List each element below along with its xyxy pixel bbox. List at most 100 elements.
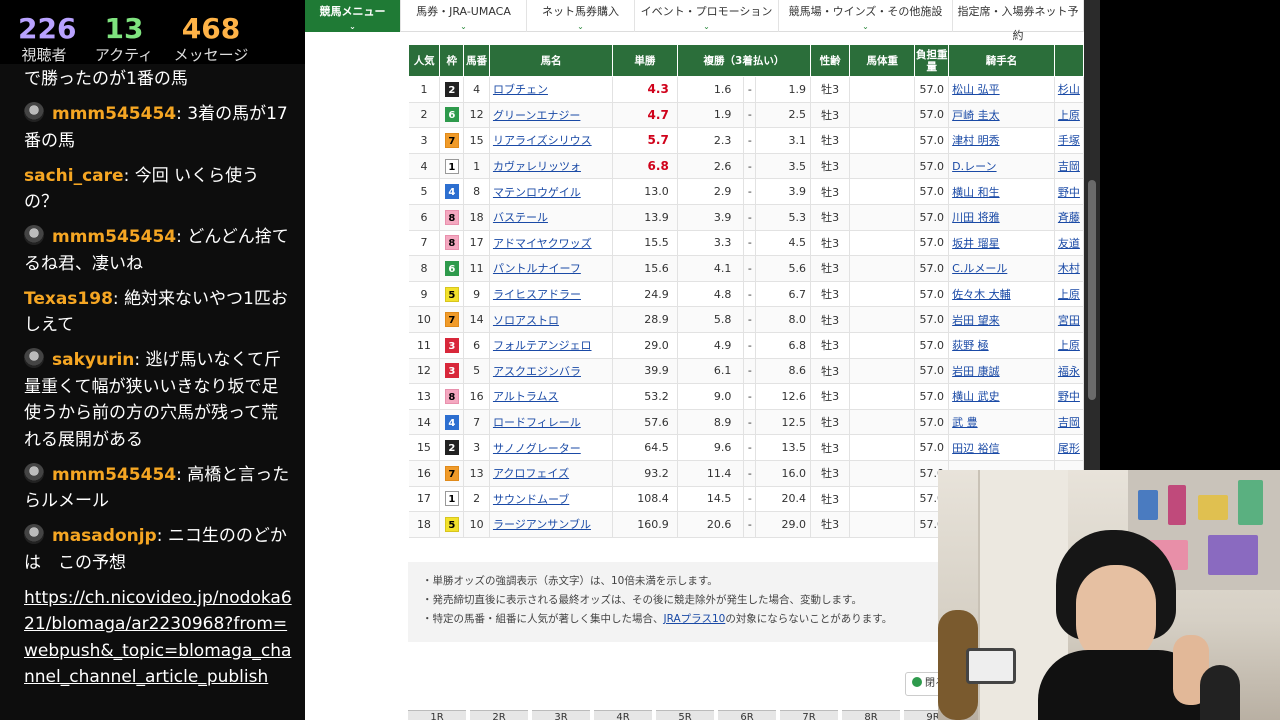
jockey-link[interactable]: 横山 和生	[952, 186, 1000, 199]
nav-item[interactable]: 競馬メニュー ⌄	[305, 0, 401, 32]
place-odds-high-cell: 2.5	[755, 102, 812, 129]
horse-name-link[interactable]: グリーンエナジー	[493, 109, 580, 122]
chat-username[interactable]: Texas198	[24, 289, 113, 309]
race-tab[interactable]: 8R	[842, 710, 900, 720]
jockey-cell: 岩田 康誠	[948, 358, 1055, 385]
horse-number-cell: 17	[463, 230, 490, 257]
place-odds-dash: -	[743, 255, 757, 282]
horse-name-link[interactable]: ロブチェン	[493, 83, 548, 96]
race-tab[interactable]: 6R	[718, 710, 776, 720]
place-odds-high-cell: 5.6	[755, 255, 812, 282]
trainer-link[interactable]: 上原	[1058, 109, 1080, 122]
nav-item[interactable]: イベント・プロモーション ⌄	[635, 0, 779, 32]
nav-item[interactable]: 競馬場・ウインズ・その他施設 ⌄	[779, 0, 953, 32]
trainer-link[interactable]: 尾形	[1058, 442, 1080, 455]
horse-name-link[interactable]: リアライズシリウス	[493, 134, 592, 147]
horse-name-link[interactable]: アドマイヤクワッズ	[493, 237, 592, 250]
jockey-link[interactable]: 戸崎 圭太	[952, 109, 1000, 122]
trainer-link[interactable]: 野中	[1058, 186, 1080, 199]
jockey-link[interactable]: 岩田 康誠	[952, 365, 1000, 378]
jockey-link[interactable]: 岩田 望来	[952, 314, 1000, 327]
place-odds-dash: -	[743, 332, 757, 359]
trainer-link[interactable]: 杉山	[1058, 83, 1080, 96]
nav-item[interactable]: 指定席・入場券ネット予約⌄	[953, 0, 1084, 55]
trainer-cell: 尾形	[1054, 434, 1084, 461]
trainer-link[interactable]: 福永	[1058, 365, 1080, 378]
chat-username[interactable]: sachi_care	[24, 166, 124, 186]
place-odds-low-cell: 9.6	[677, 434, 745, 461]
place-odds-low-cell: 3.3	[677, 230, 745, 257]
horse-name-link[interactable]: カヴァレリッツォ	[493, 160, 581, 173]
horse-name-link[interactable]: ラージアンサンブル	[493, 518, 591, 531]
chat-username[interactable]: sakyurin	[52, 350, 134, 370]
trainer-link[interactable]: 斉藤	[1058, 211, 1080, 224]
jockey-link[interactable]: 武 豊	[952, 416, 978, 429]
race-tab[interactable]: 2R	[470, 710, 528, 720]
horse-name-link[interactable]: アクロフェイズ	[493, 467, 569, 480]
place-odds-low-cell: 11.4	[677, 460, 745, 487]
trainer-link[interactable]: 木村	[1058, 262, 1080, 275]
horse-name-link[interactable]: ロードフィレール	[493, 416, 581, 429]
place-odds-dash: -	[743, 358, 757, 385]
jra-plus10-link[interactable]: JRAプラス10	[664, 613, 726, 625]
race-tab[interactable]: 4R	[594, 710, 652, 720]
header-load: 負担重量	[914, 44, 950, 77]
horse-name-cell: ロードフィレール	[489, 409, 613, 436]
horse-name-link[interactable]: バステール	[493, 211, 548, 224]
horse-name-link[interactable]: パントルナイーフ	[493, 262, 581, 275]
frame-badge: 8	[444, 388, 459, 404]
trainer-link[interactable]: 野中	[1058, 390, 1080, 403]
trainer-link[interactable]: 宮田	[1058, 314, 1080, 327]
load-cell: 57.0	[914, 332, 950, 359]
jockey-link[interactable]: 荻野 極	[952, 339, 989, 352]
weight-cell	[849, 383, 916, 410]
viewer-count: 226 視聴者	[18, 12, 76, 64]
race-tab[interactable]: 3R	[532, 710, 590, 720]
horse-name-link[interactable]: フォルテアンジェロ	[493, 339, 592, 352]
horse-name-link[interactable]: マテンロウゲイル	[493, 186, 581, 199]
frame-badge: 3	[444, 363, 459, 379]
jockey-link[interactable]: 田辺 裕信	[952, 442, 1000, 455]
trainer-link[interactable]: 吉岡	[1058, 160, 1080, 173]
frame-badge: 8	[444, 235, 459, 251]
trainer-link[interactable]: 手塚	[1058, 134, 1080, 147]
horse-name-link[interactable]: ライヒスアドラー	[493, 288, 581, 301]
trainer-link[interactable]: 上原	[1058, 339, 1080, 352]
jockey-link[interactable]: 松山 弘平	[952, 83, 1000, 96]
trainer-link[interactable]: 吉岡	[1058, 416, 1080, 429]
horse-name-link[interactable]: サウンドムーブ	[493, 493, 569, 506]
jockey-link[interactable]: 佐々木 大輔	[952, 288, 1011, 301]
jockey-link[interactable]: C.ルメール	[952, 262, 1007, 275]
chat-username[interactable]: mmm545454	[52, 465, 176, 485]
horse-name-link[interactable]: アルトラムス	[493, 390, 559, 403]
horse-name-link[interactable]: ソロアストロ	[493, 314, 559, 327]
jockey-link[interactable]: 坂井 瑠星	[952, 237, 1000, 250]
scrollbar-thumb[interactable]	[1088, 180, 1096, 400]
nav-item[interactable]: ネット馬券購入 ⌄	[527, 0, 635, 32]
race-tab[interactable]: 7R	[780, 710, 838, 720]
chat-username[interactable]: masadonjp	[52, 526, 157, 546]
chat-panel[interactable]: で勝ったのが1番の馬 mmm545454: 3着の馬が17番の馬 sachi_ca…	[0, 64, 305, 720]
weight-cell	[849, 434, 916, 461]
win-odds-cell: 6.8	[612, 153, 678, 180]
trainer-cell: 福永	[1054, 358, 1084, 385]
jockey-link[interactable]: 川田 将雅	[952, 211, 1000, 224]
horse-name-link[interactable]: アスクエジンバラ	[493, 365, 581, 378]
chat-link-text[interactable]: https://ch.nicovideo.jp/nodoka621/blomag…	[24, 588, 292, 688]
trainer-link[interactable]: 上原	[1058, 288, 1080, 301]
race-tab[interactable]: 5R	[656, 710, 714, 720]
jockey-link[interactable]: 横山 武史	[952, 390, 1000, 403]
place-odds-dash: -	[743, 460, 757, 487]
trainer-cell: 木村	[1054, 255, 1084, 282]
chat-username[interactable]: mmm545454	[52, 104, 176, 124]
header-jockey: 騎手名	[948, 44, 1055, 77]
chat-link[interactable]: https://ch.nicovideo.jp/nodoka621/blomag…	[24, 585, 292, 691]
horse-name-link[interactable]: サノノグレーター	[493, 442, 581, 455]
popularity-cell: 10	[408, 306, 441, 333]
trainer-link[interactable]: 友道	[1058, 237, 1080, 250]
jockey-link[interactable]: D.レーン	[952, 160, 996, 173]
nav-item[interactable]: 馬券・JRA-UMACA ⌄	[401, 0, 527, 32]
race-tab[interactable]: 1R	[408, 710, 466, 720]
chat-username[interactable]: mmm545454	[52, 227, 176, 247]
jockey-link[interactable]: 津村 明秀	[952, 134, 1000, 147]
